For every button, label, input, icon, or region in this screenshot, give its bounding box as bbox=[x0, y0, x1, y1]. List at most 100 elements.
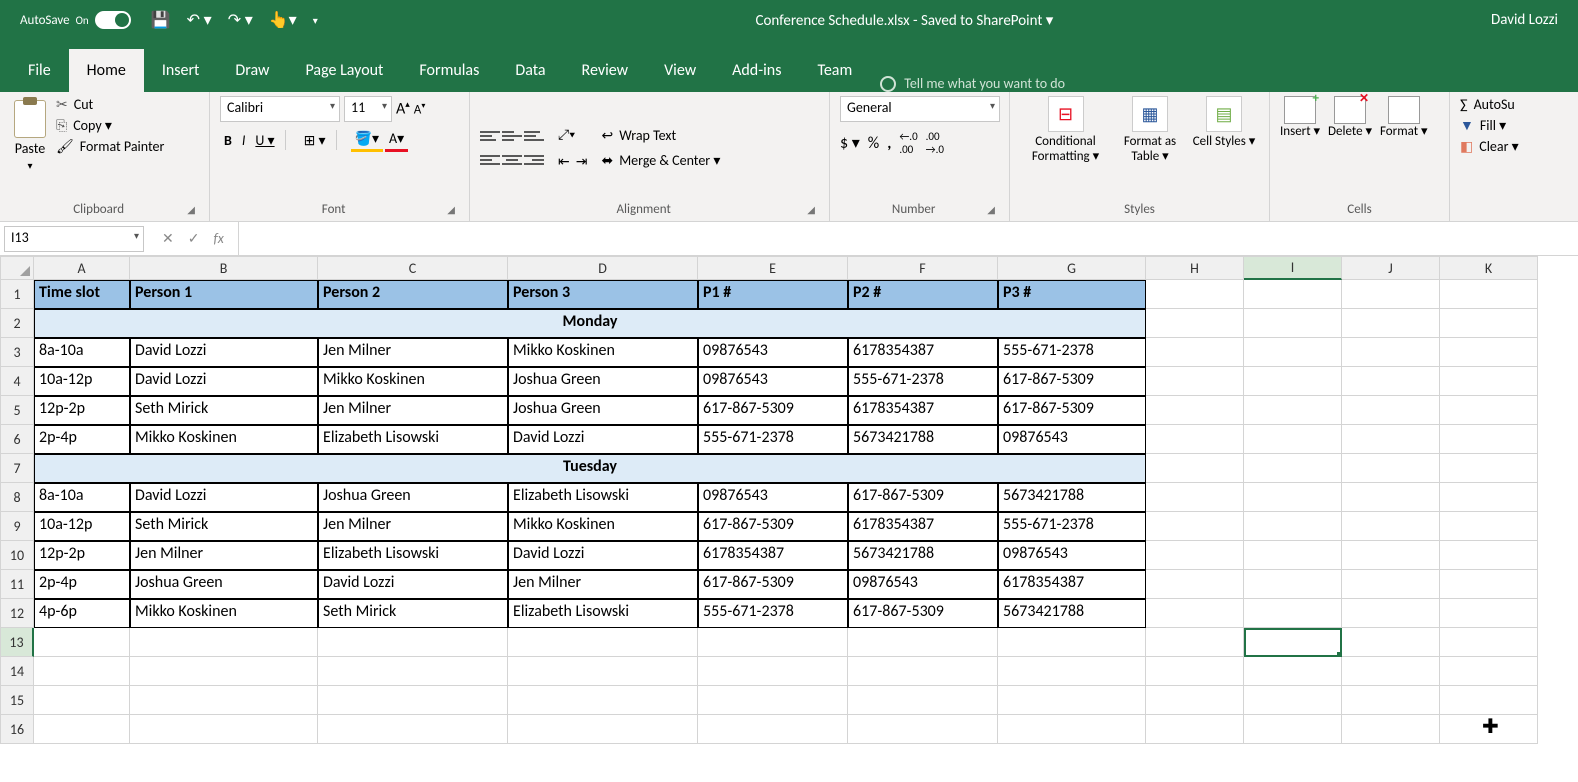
cell-J3[interactable] bbox=[1342, 338, 1440, 367]
horizontal-align-buttons[interactable] bbox=[480, 151, 544, 169]
cell-A9[interactable]: 10a-12p bbox=[34, 512, 130, 541]
cell-C1[interactable]: Person 2 bbox=[318, 280, 508, 309]
cell-F11[interactable]: 09876543 bbox=[848, 570, 998, 599]
cell-K15[interactable] bbox=[1440, 686, 1538, 715]
cell-C4[interactable]: Mikko Koskinen bbox=[318, 367, 508, 396]
cell-A10[interactable]: 12p-2p bbox=[34, 541, 130, 570]
format-as-table-button[interactable]: ▦Format as Table ▾ bbox=[1115, 96, 1185, 164]
row-header-4[interactable]: 4 bbox=[0, 367, 34, 396]
cell-F14[interactable] bbox=[848, 657, 998, 686]
cell-J1[interactable] bbox=[1342, 280, 1440, 309]
dialog-launcher-icon[interactable]: ◢ bbox=[447, 203, 459, 216]
align-center-icon[interactable] bbox=[502, 151, 522, 169]
tab-team[interactable]: Team bbox=[799, 49, 870, 92]
cell-H6[interactable] bbox=[1146, 425, 1244, 454]
column-header-D[interactable]: D bbox=[508, 256, 698, 280]
cell-D9[interactable]: Mikko Koskinen bbox=[508, 512, 698, 541]
borders-button[interactable]: ⊞ ▾ bbox=[300, 130, 330, 151]
cell-G11[interactable]: 6178354387 bbox=[998, 570, 1146, 599]
undo-icon[interactable]: ↶ ▾ bbox=[187, 10, 212, 30]
cell-day-7[interactable]: Tuesday bbox=[34, 454, 1146, 483]
cell-I4[interactable] bbox=[1244, 367, 1342, 396]
cell-G9[interactable]: 555-671-2378 bbox=[998, 512, 1146, 541]
tab-home[interactable]: Home bbox=[69, 49, 144, 92]
fill-color-button[interactable]: 🪣▾ bbox=[351, 128, 383, 152]
cell-D14[interactable] bbox=[508, 657, 698, 686]
redo-icon[interactable]: ↷ ▾ bbox=[228, 10, 253, 30]
align-right-icon[interactable] bbox=[524, 151, 544, 169]
column-header-C[interactable]: C bbox=[318, 256, 508, 280]
cell-I2[interactable] bbox=[1244, 309, 1342, 338]
increase-indent-icon[interactable]: ⇥ bbox=[576, 153, 588, 170]
cell-D1[interactable]: Person 3 bbox=[508, 280, 698, 309]
cell-J15[interactable] bbox=[1342, 686, 1440, 715]
formula-input[interactable] bbox=[239, 226, 1578, 252]
cell-J14[interactable] bbox=[1342, 657, 1440, 686]
enter-formula-icon[interactable]: ✓ bbox=[188, 230, 200, 247]
percent-format-button[interactable]: % bbox=[868, 134, 879, 153]
cell-J13[interactable] bbox=[1342, 628, 1440, 657]
column-header-K[interactable]: K bbox=[1440, 256, 1538, 280]
fx-icon[interactable]: fx bbox=[213, 230, 223, 247]
cell-C6[interactable]: Elizabeth Lisowski bbox=[318, 425, 508, 454]
cell-J10[interactable] bbox=[1342, 541, 1440, 570]
clear-button[interactable]: ◧Clear ▾ bbox=[1460, 138, 1550, 155]
increase-decimal-icon[interactable]: ←.0.00 bbox=[899, 130, 917, 156]
cell-I13[interactable] bbox=[1244, 628, 1342, 657]
cell-D11[interactable]: Jen Milner bbox=[508, 570, 698, 599]
cell-C13[interactable] bbox=[318, 628, 508, 657]
dialog-launcher-icon[interactable]: ◢ bbox=[807, 203, 819, 216]
cell-C11[interactable]: David Lozzi bbox=[318, 570, 508, 599]
font-size-select[interactable]: 11 bbox=[344, 96, 392, 122]
autosum-button[interactable]: ∑AutoSu bbox=[1460, 96, 1550, 113]
decrease-decimal-icon[interactable]: .00→.0 bbox=[926, 130, 944, 156]
cell-H4[interactable] bbox=[1146, 367, 1244, 396]
format-cells-button[interactable]: Format ▾ bbox=[1380, 96, 1428, 139]
cell-B9[interactable]: Seth Mirick bbox=[130, 512, 318, 541]
cell-B11[interactable]: Joshua Green bbox=[130, 570, 318, 599]
number-format-select[interactable]: General bbox=[840, 96, 1000, 122]
cell-A8[interactable]: 8a-10a bbox=[34, 483, 130, 512]
cell-B5[interactable]: Seth Mirick bbox=[130, 396, 318, 425]
cell-J12[interactable] bbox=[1342, 599, 1440, 628]
cell-styles-button[interactable]: ▤Cell Styles ▾ bbox=[1189, 96, 1259, 149]
cell-K7[interactable] bbox=[1440, 454, 1538, 483]
format-painter-button[interactable]: Format Painter bbox=[56, 138, 164, 155]
column-header-H[interactable]: H bbox=[1146, 256, 1244, 280]
decrease-indent-icon[interactable]: ⇤ bbox=[558, 153, 570, 170]
cell-A13[interactable] bbox=[34, 628, 130, 657]
cell-B8[interactable]: David Lozzi bbox=[130, 483, 318, 512]
align-left-icon[interactable] bbox=[480, 151, 500, 169]
cell-C8[interactable]: Joshua Green bbox=[318, 483, 508, 512]
copy-button[interactable]: Copy ▾ bbox=[56, 117, 164, 134]
row-header-3[interactable]: 3 bbox=[0, 338, 34, 367]
dialog-launcher-icon[interactable]: ◢ bbox=[187, 203, 199, 216]
cell-F9[interactable]: 6178354387 bbox=[848, 512, 998, 541]
document-title[interactable]: Conference Schedule.xlsx - Saved to Shar… bbox=[318, 11, 1491, 30]
cell-I7[interactable] bbox=[1244, 454, 1342, 483]
cell-K14[interactable] bbox=[1440, 657, 1538, 686]
cell-E9[interactable]: 617-867-5309 bbox=[698, 512, 848, 541]
row-header-11[interactable]: 11 bbox=[0, 570, 34, 599]
delete-cells-button[interactable]: Delete ▾ bbox=[1328, 96, 1372, 139]
cell-A6[interactable]: 2p-4p bbox=[34, 425, 130, 454]
align-top-icon[interactable] bbox=[480, 127, 500, 145]
column-header-F[interactable]: F bbox=[848, 256, 998, 280]
cell-D16[interactable] bbox=[508, 715, 698, 744]
cell-G10[interactable]: 09876543 bbox=[998, 541, 1146, 570]
cell-K10[interactable] bbox=[1440, 541, 1538, 570]
column-header-I[interactable]: I bbox=[1244, 256, 1342, 280]
cell-B3[interactable]: David Lozzi bbox=[130, 338, 318, 367]
cell-E11[interactable]: 617-867-5309 bbox=[698, 570, 848, 599]
comma-format-button[interactable]: , bbox=[887, 134, 891, 153]
row-header-1[interactable]: 1 bbox=[0, 280, 34, 309]
column-header-J[interactable]: J bbox=[1342, 256, 1440, 280]
cell-F4[interactable]: 555-671-2378 bbox=[848, 367, 998, 396]
row-header-9[interactable]: 9 bbox=[0, 512, 34, 541]
bold-button[interactable]: B bbox=[220, 130, 236, 151]
cell-E16[interactable] bbox=[698, 715, 848, 744]
cell-F1[interactable]: P2 # bbox=[848, 280, 998, 309]
cell-D5[interactable]: Joshua Green bbox=[508, 396, 698, 425]
cell-F8[interactable]: 617-867-5309 bbox=[848, 483, 998, 512]
cell-I16[interactable] bbox=[1244, 715, 1342, 744]
